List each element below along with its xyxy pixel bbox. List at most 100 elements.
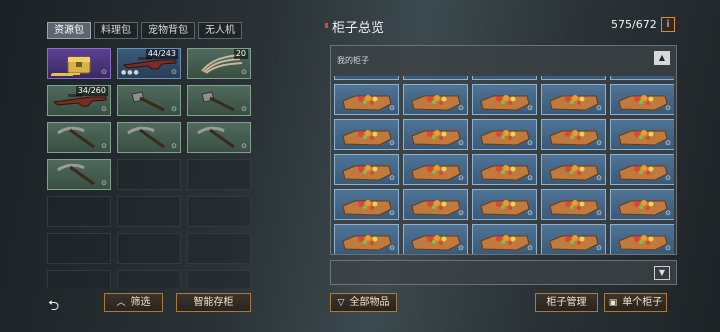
- single-cabinet-button[interactable]: ▣ 单个柜子: [604, 293, 667, 312]
- lock-icon: ⊙: [458, 139, 464, 147]
- attachment-dots-icon: ●●●: [121, 69, 140, 76]
- info-icon[interactable]: i: [661, 17, 675, 32]
- cabinet-slot-food-box[interactable]: ⊙: [334, 76, 399, 80]
- cabinet-slot-food-box[interactable]: ⊙: [472, 154, 537, 185]
- cabinet-slot-food-box[interactable]: ⊙: [403, 76, 468, 80]
- inventory-slot-golden-chest[interactable]: ⊙: [47, 48, 111, 79]
- item-count: 34/260: [75, 86, 108, 96]
- all-items-button[interactable]: ▽ 全部物品: [330, 293, 397, 312]
- all-items-label: 全部物品: [349, 297, 390, 308]
- inventory-slot-empty[interactable]: [187, 270, 251, 288]
- cabinet-manage-button[interactable]: 柜子管理: [535, 293, 598, 312]
- lock-icon: ⊙: [527, 139, 533, 147]
- cabinet-slot-food-box[interactable]: ⊙: [541, 84, 606, 115]
- cabinet-slot-food-box[interactable]: ⊙: [334, 84, 399, 115]
- lock-icon: ⊙: [241, 142, 247, 150]
- scroll-up-button[interactable]: ▲: [654, 51, 670, 65]
- cabinet-slot-food-box[interactable]: ⊙: [610, 189, 674, 220]
- lock-icon: ⊙: [241, 105, 247, 113]
- cabinet-slot-food-box[interactable]: ⊙: [472, 189, 537, 220]
- inventory-grid: ⊙ 44/243 ●●● ⊙ 20 ⊙ 34/260 ⊙ ⊙ ⊙ ⊙ ⊙ ⊙ ⊙: [47, 48, 253, 288]
- tab-drone[interactable]: 无人机: [198, 22, 242, 39]
- cabinet-slot-food-box[interactable]: ⊙: [472, 84, 537, 115]
- cabinet-slot-food-box[interactable]: ⊙: [334, 224, 399, 254]
- lock-icon: ⊙: [101, 105, 107, 113]
- lock-icon: ⊙: [101, 68, 107, 76]
- inventory-slot-empty[interactable]: [117, 159, 181, 190]
- lock-icon: ⊙: [596, 76, 602, 77]
- chevron-up-icon: ︿: [116, 298, 126, 308]
- cabinet-slot-food-box[interactable]: ⊙: [334, 119, 399, 150]
- lock-icon: ⊙: [527, 104, 533, 112]
- inventory-slot-empty[interactable]: [47, 270, 111, 288]
- inventory-slot-empty[interactable]: [117, 270, 181, 288]
- inventory-slot-hatchet[interactable]: ⊙: [187, 85, 251, 116]
- cabinet-slot-food-box[interactable]: ⊙: [610, 224, 674, 254]
- cabinet-slot-food-box[interactable]: ⊙: [610, 119, 674, 150]
- cabinet-slot-food-box[interactable]: ⊙: [403, 119, 468, 150]
- inventory-slot-empty[interactable]: [187, 233, 251, 264]
- inventory-slot-pickaxe[interactable]: ⊙: [47, 122, 111, 153]
- inventory-slot-pickaxe[interactable]: ⊙: [187, 122, 251, 153]
- item-count: 44/243: [145, 49, 178, 59]
- inventory-slot-empty[interactable]: [47, 233, 111, 264]
- lock-icon: ⊙: [171, 142, 177, 150]
- tab-resource-bag[interactable]: 资源包: [47, 22, 91, 39]
- lock-icon: ⊙: [101, 142, 107, 150]
- filter-label: 筛选: [130, 297, 151, 308]
- cabinet-slot-food-box[interactable]: ⊙: [334, 189, 399, 220]
- cabinet-slot-food-box[interactable]: ⊙: [610, 76, 674, 80]
- smart-store-button[interactable]: 智能存柜: [176, 293, 251, 312]
- funnel-icon: ▽: [337, 298, 345, 308]
- lock-icon: ⊙: [665, 104, 671, 112]
- cabinet-slot-food-box[interactable]: ⊙: [403, 154, 468, 185]
- lock-icon: ⊙: [389, 139, 395, 147]
- tab-cooking-bag[interactable]: 料理包: [94, 22, 138, 39]
- cabinet-slot-food-box[interactable]: ⊙: [610, 84, 674, 115]
- inventory-slot-pickaxe[interactable]: ⊙: [117, 122, 181, 153]
- inventory-slot-empty[interactable]: [187, 196, 251, 227]
- lock-icon: ⊙: [596, 139, 602, 147]
- cabinet-slot-food-box[interactable]: ⊙: [403, 189, 468, 220]
- inventory-slot-rifle[interactable]: 34/260 ⊙: [47, 85, 111, 116]
- lock-icon: ⊙: [389, 209, 395, 217]
- filter-button[interactable]: ︿ 筛选: [104, 293, 163, 312]
- lock-icon: ⊙: [596, 244, 602, 252]
- lock-icon: ⊙: [389, 76, 395, 77]
- inventory-slot-empty[interactable]: [47, 196, 111, 227]
- cabinet-slot-food-box[interactable]: ⊙: [541, 189, 606, 220]
- cabinet-icon: ▣: [608, 298, 618, 308]
- inventory-slot-hatchet[interactable]: ⊙: [117, 85, 181, 116]
- cabinet-slot-food-box[interactable]: ⊙: [403, 84, 468, 115]
- lock-icon: ⊙: [596, 174, 602, 182]
- cabinet-slot-food-box[interactable]: ⊙: [472, 76, 537, 80]
- lock-icon: ⊙: [458, 174, 464, 182]
- tab-pet-bag[interactable]: 宠物背包: [141, 22, 195, 39]
- cabinet-slot-food-box[interactable]: ⊙: [610, 154, 674, 185]
- cabinet-capacity: 575/672: [611, 18, 657, 31]
- cabinet-slot-food-box[interactable]: ⊙: [403, 224, 468, 254]
- cabinet-slot-food-box[interactable]: ⊙: [541, 76, 606, 80]
- inventory-slot-empty[interactable]: [117, 196, 181, 227]
- lock-icon: ⊙: [241, 68, 247, 76]
- bag-tabs: 资源包 料理包 宠物背包 无人机: [47, 22, 242, 39]
- inventory-slot-empty[interactable]: [187, 159, 251, 190]
- cabinet-grid-viewport[interactable]: ⊙ ⊙ ⊙ ⊙ ⊙ ⊙ ⊙ ⊙ ⊙ ⊙ ⊙ ⊙ ⊙ ⊙ ⊙ ⊙ ⊙ ⊙ ⊙ ⊙ ⊙ ⊙ ⊙ ⊙ ⊙ ⊙ ⊙ ⊙ ⊙ ⊙: [334, 76, 674, 254]
- cabinet-slot-food-box[interactable]: ⊙: [541, 154, 606, 185]
- inventory-slot-fiber-bundle[interactable]: 20 ⊙: [187, 48, 251, 79]
- cabinet-panel: 我的柜子 ▲ ⊙ ⊙ ⊙ ⊙ ⊙ ⊙ ⊙ ⊙ ⊙ ⊙ ⊙ ⊙ ⊙ ⊙ ⊙ ⊙ ⊙ ⊙ ⊙ ⊙ ⊙ ⊙ ⊙ ⊙ ⊙ ⊙ ⊙ ⊙ ⊙ ⊙: [330, 45, 677, 255]
- inventory-slot-rifle[interactable]: 44/243 ●●● ⊙: [117, 48, 181, 79]
- scroll-down-button[interactable]: ▼: [654, 266, 670, 280]
- back-arrow-icon[interactable]: ⮌: [48, 295, 59, 319]
- lock-icon: ⊙: [171, 105, 177, 113]
- lock-icon: ⊙: [665, 209, 671, 217]
- cabinet-slot-food-box[interactable]: ⊙: [472, 119, 537, 150]
- cabinet-slot-food-box[interactable]: ⊙: [334, 154, 399, 185]
- inventory-slot-pickaxe[interactable]: ⊙: [47, 159, 111, 190]
- quality-bar: [51, 74, 73, 76]
- inventory-slot-empty[interactable]: [117, 233, 181, 264]
- cabinet-slot-food-box[interactable]: ⊙: [541, 224, 606, 254]
- lock-icon: ⊙: [458, 76, 464, 77]
- cabinet-slot-food-box[interactable]: ⊙: [541, 119, 606, 150]
- cabinet-slot-food-box[interactable]: ⊙: [472, 224, 537, 254]
